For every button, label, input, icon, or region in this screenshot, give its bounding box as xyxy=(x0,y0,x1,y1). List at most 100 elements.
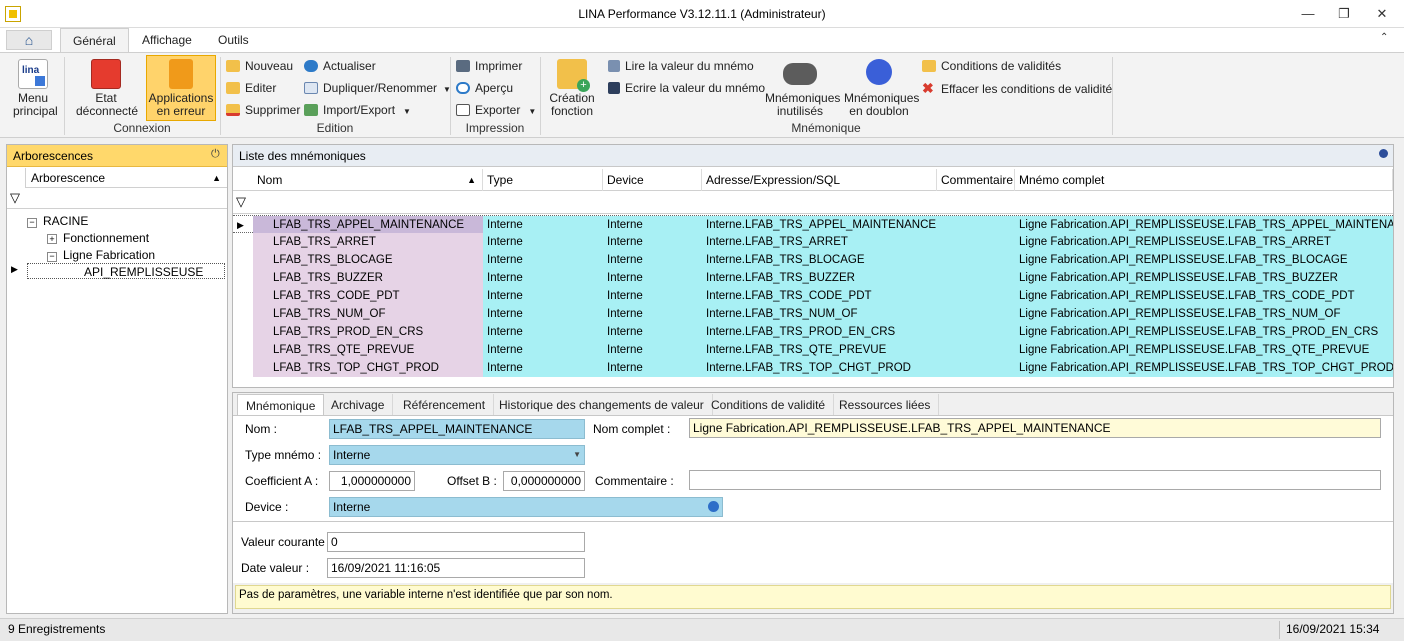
cell-nom: LFAB_TRS_NUM_OF xyxy=(253,305,483,323)
supprimer-button[interactable]: Supprimer xyxy=(226,101,300,119)
minimize-icon[interactable]: — xyxy=(1296,4,1320,24)
folder-edit-icon xyxy=(226,82,240,94)
date-valeur-field[interactable]: 16/09/2021 11:16:05 xyxy=(327,558,585,578)
type-mnemo-select[interactable]: Interne ▼ xyxy=(329,445,585,465)
cell-device: Interne xyxy=(603,323,702,341)
column-header-adresse[interactable]: Adresse/Expression/SQL xyxy=(702,169,937,191)
pin-icon[interactable]: ⏻ xyxy=(211,148,220,161)
cell-commentaire xyxy=(937,341,1015,359)
cell-adresse: Interne.LFAB_TRS_NUM_OF xyxy=(702,305,937,323)
close-icon[interactable]: ✕ xyxy=(1370,4,1394,24)
panel-options-icon[interactable] xyxy=(1379,149,1388,158)
tab-conditions[interactable]: Conditions de validité xyxy=(703,394,835,416)
list-panel: Liste des mnémoniques Nom ▲ Type Device A… xyxy=(232,144,1394,388)
nom-field[interactable]: LFAB_TRS_APPEL_MAINTENANCE xyxy=(329,419,585,439)
ribbon-tabs: ⌂ Général Affichage Outils ⌃ xyxy=(0,28,1404,52)
tab-ressources[interactable]: Ressources liées xyxy=(831,394,940,416)
editer-button[interactable]: Editer xyxy=(226,79,276,97)
write-icon xyxy=(608,82,620,94)
tab-referencement[interactable]: Référencement xyxy=(395,394,495,416)
device-select[interactable]: Interne xyxy=(329,497,723,517)
apercu-button[interactable]: Aperçu xyxy=(456,79,513,97)
column-header-commentaire[interactable]: Commentaire xyxy=(937,169,1015,191)
ecrire-valeur-button[interactable]: Ecrire la valeur du mnémo xyxy=(608,79,765,97)
cell-nom: LFAB_TRS_PROD_EN_CRS xyxy=(253,323,483,341)
collapse-ribbon-icon[interactable]: ⌃ xyxy=(1380,32,1388,43)
applications-button[interactable]: Applications en erreur xyxy=(146,55,216,121)
tree-node-api-remplisseuse[interactable]: API_REMPLISSEUSE xyxy=(27,263,225,279)
column-label: Nom xyxy=(257,173,283,187)
tree-node-racine[interactable]: − RACINE xyxy=(27,213,88,229)
table-row[interactable]: LFAB_TRS_BUZZER Interne Interne Interne.… xyxy=(233,269,1393,287)
home-icon[interactable]: ⌂ xyxy=(6,30,52,50)
cell-commentaire xyxy=(937,323,1015,341)
table-row[interactable]: LFAB_TRS_CODE_PDT Interne Interne Intern… xyxy=(233,287,1393,305)
tree-filter-row[interactable]: ▽ xyxy=(7,189,227,209)
list-panel-title: Liste des mnémoniques xyxy=(239,149,366,163)
table-row[interactable]: LFAB_TRS_ARRET Interne Interne Interne.L… xyxy=(233,233,1393,251)
actualiser-button[interactable]: Actualiser xyxy=(304,57,376,75)
cell-adresse: Interne.LFAB_TRS_BLOCAGE xyxy=(702,251,937,269)
offset-field[interactable]: 0,000000000 xyxy=(503,471,585,491)
creation-fonction-button[interactable]: + Création fonction xyxy=(544,59,600,118)
table-row[interactable]: ▶ LFAB_TRS_APPEL_MAINTENANCE Interne Int… xyxy=(233,215,1393,234)
tab-outils[interactable]: Outils xyxy=(206,28,261,52)
tree-node-fonctionnement[interactable]: + Fonctionnement xyxy=(47,230,149,246)
restore-icon[interactable]: ❐ xyxy=(1332,4,1356,24)
coefficient-field[interactable]: 1,000000000 xyxy=(329,471,415,491)
impression-group-label: Impression xyxy=(465,121,525,135)
separator xyxy=(220,57,221,135)
menu-principal-button[interactable]: lina Menu principal xyxy=(6,59,60,118)
tree-column-header[interactable]: Arborescence ▲ xyxy=(25,168,227,188)
mnemoniques-doublon-button[interactable]: Mnémoniques en doublon xyxy=(842,59,919,118)
column-header-complet[interactable]: Mnémo complet xyxy=(1015,169,1393,191)
conditions-validites-button[interactable]: Conditions de validités xyxy=(922,57,1061,75)
tree-node-ligne-fabrication[interactable]: − Ligne Fabrication xyxy=(47,247,155,263)
tab-general[interactable]: Général xyxy=(60,28,129,52)
preview-icon xyxy=(456,82,470,94)
tab-affichage[interactable]: Affichage xyxy=(130,28,204,52)
grid-filter-row[interactable]: ▽ xyxy=(233,192,1393,214)
etat-button[interactable]: Etat déconnecté xyxy=(72,59,140,118)
ecrire-label: Ecrire la valeur du mnémo xyxy=(625,81,766,95)
lire-valeur-button[interactable]: Lire la valeur du mnémo xyxy=(608,57,754,75)
mnemoniques-inutilises-button[interactable]: Mnémoniques inutilisés xyxy=(762,59,840,118)
offset-label: Offset B : xyxy=(447,474,497,488)
effacer-conditions-button[interactable]: ✖ Effacer les conditions de validité xyxy=(922,79,1112,97)
tab-archivage[interactable]: Archivage xyxy=(323,394,394,416)
commentaire-field[interactable] xyxy=(689,470,1381,490)
table-row[interactable]: LFAB_TRS_PROD_EN_CRS Interne Interne Int… xyxy=(233,323,1393,341)
cell-device: Interne xyxy=(603,216,702,234)
detail-panel: Mnémonique Archivage Référencement Histo… xyxy=(232,392,1394,614)
expand-icon: + xyxy=(47,234,57,244)
export-icon xyxy=(456,104,470,116)
valeur-courante-field[interactable]: 0 xyxy=(327,532,585,552)
nom-complet-field[interactable]: Ligne Fabrication.API_REMPLISSEUSE.LFAB_… xyxy=(689,418,1381,438)
actualiser-label: Actualiser xyxy=(323,59,376,73)
table-row[interactable]: LFAB_TRS_NUM_OF Interne Interne Interne.… xyxy=(233,305,1393,323)
folder-new-icon xyxy=(226,60,240,72)
import-export-button[interactable]: Import/Export ▼ xyxy=(304,101,411,119)
column-header-device[interactable]: Device xyxy=(603,169,702,191)
tab-mnemonique[interactable]: Mnémonique xyxy=(237,394,325,416)
table-row[interactable]: LFAB_TRS_QTE_PREVUE Interne Interne Inte… xyxy=(233,341,1393,359)
sort-up-icon: ▲ xyxy=(212,173,221,183)
cell-device: Interne xyxy=(603,305,702,323)
imprimer-button[interactable]: Imprimer xyxy=(456,57,522,75)
cell-type: Interne xyxy=(483,359,603,377)
table-row[interactable]: LFAB_TRS_BLOCAGE Interne Interne Interne… xyxy=(233,251,1393,269)
nouveau-button[interactable]: Nouveau xyxy=(226,57,293,75)
supprimer-label: Supprimer xyxy=(245,103,301,117)
table-row[interactable]: LFAB_TRS_TOP_CHGT_PROD Interne Interne I… xyxy=(233,359,1393,377)
tab-historique[interactable]: Historique des changements de valeur xyxy=(491,394,713,416)
row-indicator-icon: ▶ xyxy=(11,264,18,274)
cell-nom: LFAB_TRS_TOP_CHGT_PROD xyxy=(253,359,483,377)
exporter-button[interactable]: Exporter ▼ xyxy=(456,101,536,119)
column-header-nom[interactable]: Nom ▲ xyxy=(253,169,483,191)
date-valeur-label: Date valeur : xyxy=(241,561,310,575)
collapse-icon: − xyxy=(47,252,57,262)
cell-complet: Ligne Fabrication.API_REMPLISSEUSE.LFAB_… xyxy=(1015,341,1393,359)
column-header-type[interactable]: Type xyxy=(483,169,603,191)
title-bar: LINA Performance V3.12.11.1 (Administrat… xyxy=(0,0,1404,28)
dupliquer-button[interactable]: Dupliquer/Renommer ▼ xyxy=(304,79,451,97)
